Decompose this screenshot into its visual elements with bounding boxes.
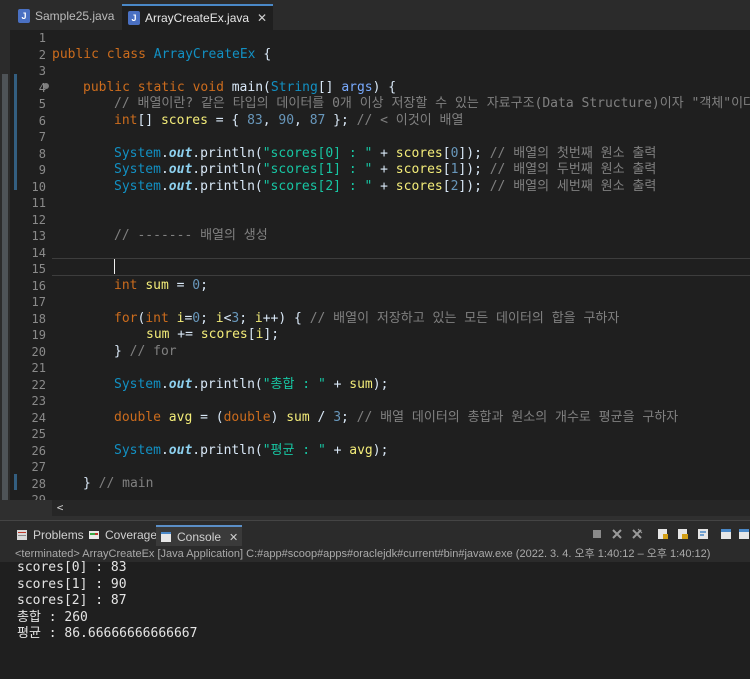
tab-console[interactable]: Console ✕ (156, 525, 243, 547)
console-icon (161, 532, 171, 542)
line-number: 24 (31, 410, 46, 425)
line-number: 17 (31, 295, 46, 309)
code-line-10: System.out.println("scores[2] : " + scor… (114, 178, 657, 194)
line-number: 2 (38, 47, 46, 62)
code-line-6: int[] scores = { 83, 90, 87 }; // < 이것이 … (114, 112, 464, 128)
console-output[interactable]: scores[0] : 83 scores[1] : 90 scores[2] … (0, 560, 750, 679)
code-line-20: } // for (114, 343, 177, 359)
code-editor[interactable]: 1 2 3 4 5 6 7 8 9 10 11 12 13 14 15 16 1… (0, 30, 750, 500)
remove-all-terminated-icon[interactable] (631, 528, 643, 540)
close-icon[interactable]: ✕ (229, 531, 238, 544)
tab-label: Problems (33, 528, 84, 542)
line-number: 3 (38, 64, 46, 78)
line-number: 26 (31, 443, 46, 458)
scroll-left-icon[interactable]: < (52, 500, 68, 516)
line-number: 29 (31, 493, 46, 500)
code-line-4: public static void main(String[] args) { (83, 79, 397, 95)
tab-coverage[interactable]: Coverage (88, 525, 157, 545)
code-line-5: // 배열이란? 같은 타입의 데이터를 0개 이상 저장할 수 있는 자료구조… (114, 96, 750, 111)
horizontal-scrollbar[interactable]: < (52, 500, 750, 516)
console-line: 총합 : 260 (17, 609, 88, 625)
line-number: 20 (31, 344, 46, 359)
bottom-panel-tab-bar: Problems Coverage Console ✕ (0, 520, 750, 547)
pin-console-icon[interactable] (720, 528, 732, 540)
tab-label: Console (177, 530, 222, 544)
display-console-icon[interactable] (738, 528, 750, 540)
line-number: 25 (31, 427, 46, 441)
close-icon[interactable]: ✕ (257, 11, 267, 25)
overview-ruler (0, 30, 10, 500)
line-number: 8 (38, 146, 46, 161)
tab-label: Coverage (105, 528, 158, 542)
line-number: 16 (31, 278, 46, 293)
code-line-24: double avg = (double) sum / 3; // 배열 데이터… (114, 409, 679, 425)
line-number: 15 (31, 262, 46, 276)
problems-icon (17, 530, 27, 540)
java-file-icon: J (128, 11, 140, 25)
coverage-icon (89, 531, 99, 539)
tab-label: ArrayCreateEx.java (145, 11, 250, 25)
scroll-lock-icon[interactable] (677, 528, 689, 540)
remove-launch-icon[interactable] (611, 528, 623, 540)
line-number: 22 (31, 377, 46, 392)
line-number-gutter: 1 2 3 4 5 6 7 8 9 10 11 12 13 14 15 16 1… (12, 30, 46, 500)
line-number: 28 (31, 476, 46, 491)
line-number: 21 (31, 361, 46, 375)
line-number: 13 (31, 229, 46, 243)
console-line: 평균 : 86.66666666666667 (17, 626, 198, 641)
line-number: 19 (31, 328, 46, 342)
java-file-icon: J (18, 9, 30, 23)
tab-arraycreateex[interactable]: J ArrayCreateEx.java ✕ (122, 4, 274, 30)
code-line-2: public class ArrayCreateEx { (52, 46, 272, 62)
code-line-19: sum += scores[i]; (146, 327, 280, 342)
line-number: 27 (31, 460, 46, 474)
line-number: 5 (38, 97, 46, 111)
editor-tab-bar: J Sample25.java J ArrayCreateEx.java ✕ (0, 0, 750, 31)
code-line-8: System.out.println("scores[0] : " + scor… (114, 145, 657, 161)
tab-problems[interactable]: Problems (16, 525, 84, 545)
line-number: 11 (31, 196, 46, 210)
console-line: scores[2] : 87 (17, 593, 127, 608)
code-line-13: // ------- 배열의 생성 (114, 228, 268, 243)
code-line-18: for(int i=0; i<3; i++) { // 배열이 저장하고 있는 … (114, 310, 620, 326)
tab-label: Sample25.java (35, 9, 115, 23)
line-number: 4 (38, 80, 46, 95)
current-line-highlight (52, 257, 750, 276)
tab-sample25[interactable]: J Sample25.java (18, 4, 114, 28)
code-line-16: int sum = 0; (114, 277, 208, 293)
line-number: 18 (31, 311, 46, 326)
console-line: scores[0] : 83 (17, 560, 127, 575)
clear-console-icon[interactable] (657, 528, 669, 540)
line-number: 1 (38, 31, 46, 45)
line-number: 10 (31, 179, 46, 194)
line-number: 7 (38, 130, 46, 144)
word-wrap-icon[interactable] (697, 528, 709, 540)
line-number: 23 (31, 394, 46, 408)
line-number: 14 (31, 245, 46, 260)
code-line-22: System.out.println("총합 : " + sum); (114, 376, 389, 392)
code-line-28: } // main (83, 475, 154, 491)
line-number: 6 (38, 113, 46, 128)
line-number: 9 (38, 163, 46, 177)
line-number: 12 (31, 212, 46, 227)
terminate-icon[interactable] (591, 528, 603, 540)
text-caret (114, 259, 115, 274)
code-line-9: System.out.println("scores[1] : " + scor… (114, 162, 657, 177)
console-line: scores[1] : 90 (17, 576, 127, 592)
code-line-26: System.out.println("평균 : " + avg); (114, 442, 389, 458)
